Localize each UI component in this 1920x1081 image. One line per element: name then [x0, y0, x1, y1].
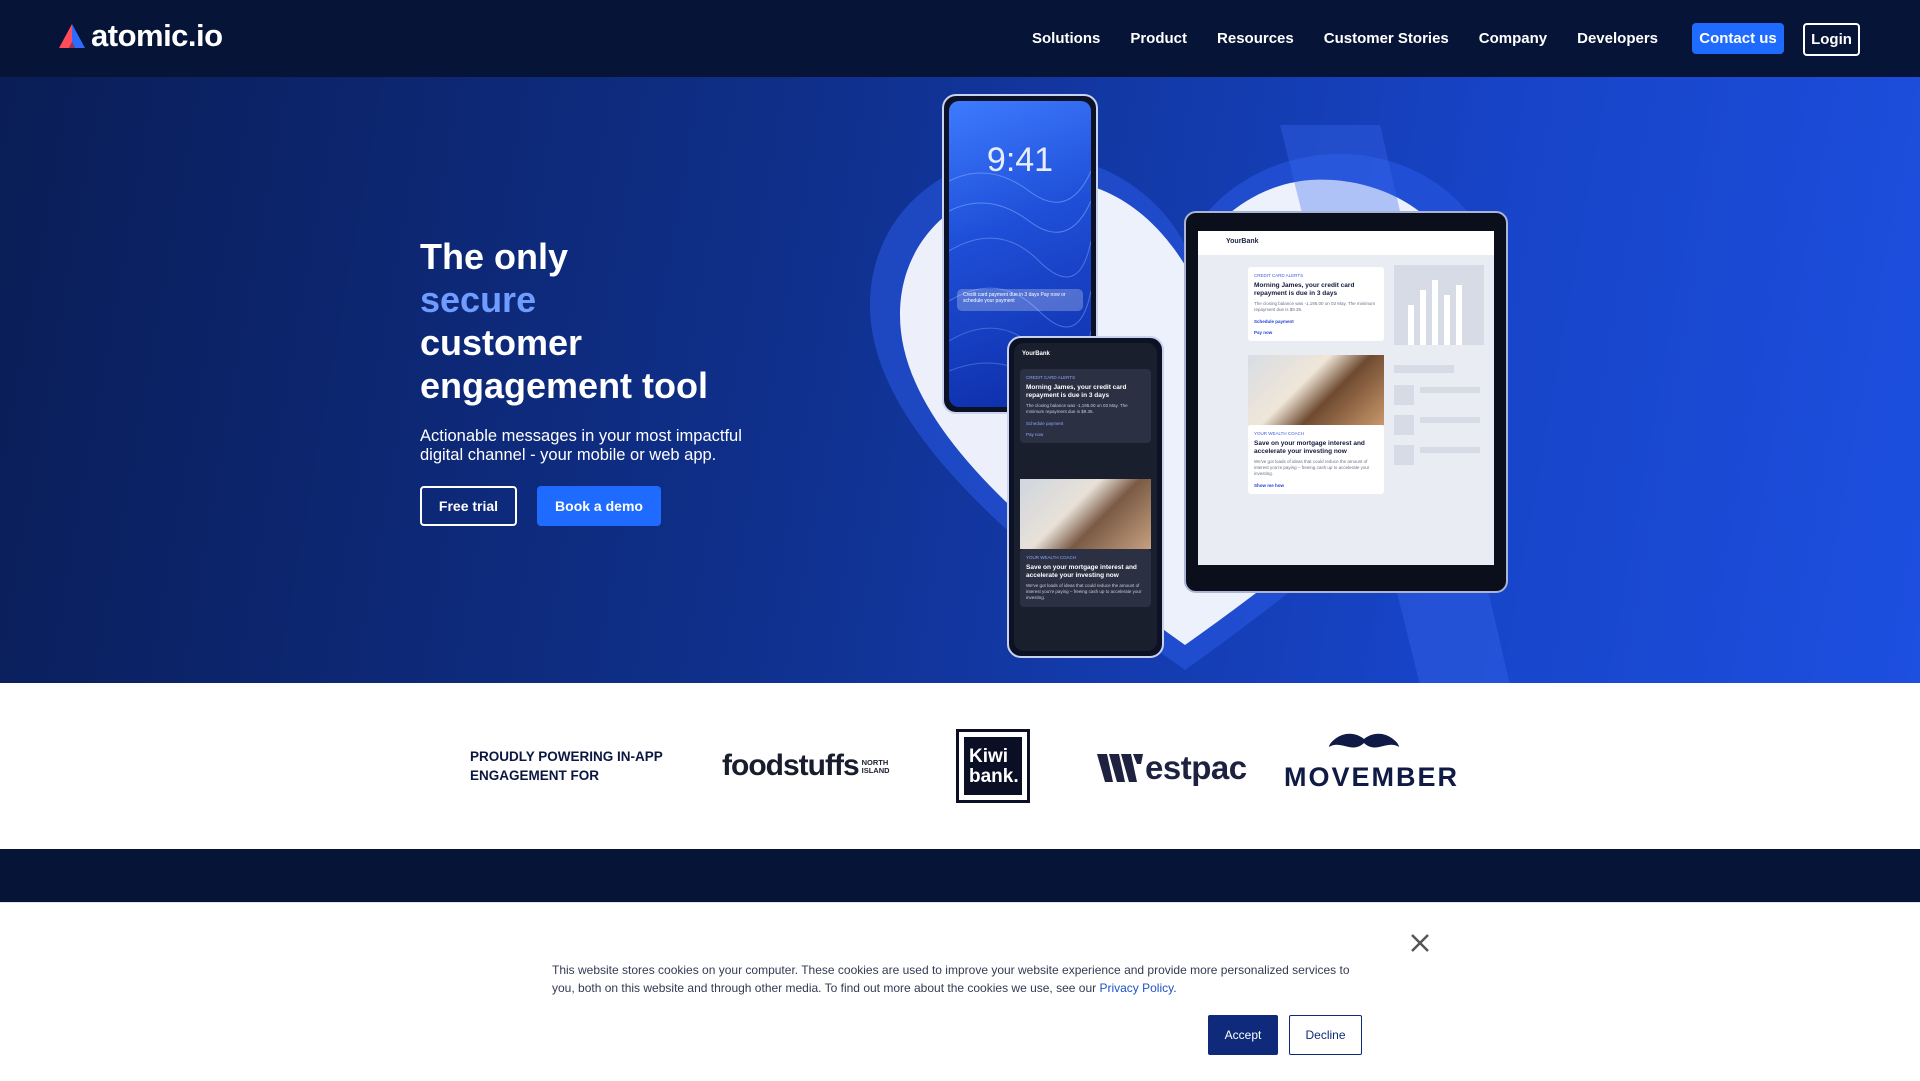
westpac-logo: estpac — [1097, 749, 1247, 787]
family-photo — [1248, 355, 1384, 425]
nav-customer-stories[interactable]: Customer Stories — [1324, 30, 1449, 47]
logos-label: PROUDLY POWERING IN-APP ENGAGEMENT FOR — [470, 749, 663, 783]
cookie-banner: This website stores cookies on your comp… — [0, 902, 1920, 1081]
kiwibank-logo: Kiwi bank. — [956, 729, 1030, 803]
movember-logo: MOVEMBER — [1284, 733, 1460, 793]
contact-us-button[interactable]: Contact us — [1692, 23, 1784, 54]
card-link-schedule[interactable]: Schedule payment — [1254, 319, 1378, 324]
nav-links: Solutions Product Resources Customer Sto… — [1032, 0, 1658, 77]
foodstuffs-region-line2: ISLAND — [861, 766, 890, 775]
card-body: We've got loads of ideas that could redu… — [1026, 583, 1142, 600]
card-title: Save on your mortgage interest and accel… — [1254, 440, 1365, 455]
hero-subtitle: Actionable messages in your most impactf… — [420, 427, 742, 464]
brand-logo[interactable]: atomic.io — [59, 18, 223, 54]
hero-title-line1: The only — [420, 236, 569, 277]
kiwibank-line2: bank. — [969, 766, 1019, 787]
card-tag: YOUR WEALTH COACH — [1026, 555, 1077, 560]
nav-solutions[interactable]: Solutions — [1032, 30, 1100, 47]
cookie-message: This website stores cookies on your comp… — [552, 961, 1372, 997]
kiwibank-mark: Kiwi bank. — [964, 737, 1022, 795]
card-title: Morning James, your credit card repaymen… — [1254, 282, 1355, 297]
card-tag: CREDIT CARD ALERTS — [1254, 273, 1304, 278]
westpac-wordmark: estpac — [1145, 749, 1247, 786]
decline-cookies-button[interactable]: Decline — [1289, 1015, 1362, 1055]
foodstuffs-logo: foodstuffs NORTH ISLAND — [722, 749, 890, 783]
card-body: The closing balance was -1,195.00 on 03 … — [1254, 301, 1376, 312]
nav-product[interactable]: Product — [1130, 30, 1187, 47]
phone-time: 9:41 — [986, 141, 1054, 179]
atomic-logo-icon — [59, 24, 85, 48]
tablet-mockup: YourBank CREDIT CARD ALERTS Morning Jame… — [1184, 211, 1508, 593]
card-link-paynow[interactable]: Pay now — [1026, 432, 1145, 437]
top-nav: atomic.io Solutions Product Resources Cu… — [0, 0, 1920, 77]
hero-section: The only secure customer engagement tool… — [0, 77, 1920, 683]
westpac-w-icon — [1097, 754, 1143, 782]
login-button[interactable]: Login — [1803, 23, 1860, 56]
cookie-message-period: . — [1173, 981, 1177, 995]
phone-app-name: YourBank — [1022, 351, 1050, 357]
tablet-card-wealth: YOUR WEALTH COACH Save on your mortgage … — [1248, 425, 1384, 494]
tablet-screen: YourBank CREDIT CARD ALERTS Morning Jame… — [1198, 231, 1494, 565]
family-photo — [1020, 479, 1151, 549]
card-title: Save on your mortgage interest and accel… — [1026, 564, 1137, 579]
privacy-policy-link[interactable]: Privacy Policy — [1099, 981, 1173, 995]
foodstuffs-region: NORTH ISLAND — [862, 759, 890, 775]
nav-developers[interactable]: Developers — [1577, 30, 1658, 47]
brand-name: atomic.io — [91, 18, 223, 53]
card-link-show-me[interactable]: Show me how — [1254, 483, 1378, 488]
hero-title-line3: customer — [420, 322, 583, 363]
nav-resources[interactable]: Resources — [1217, 30, 1294, 47]
card-link-schedule[interactable]: Schedule payment — [1026, 421, 1145, 426]
hero-title-line4: engagement tool — [420, 365, 709, 406]
card-link-paynow[interactable]: Pay now — [1254, 330, 1378, 335]
kiwibank-line1: Kiwi — [969, 746, 1009, 767]
card-title: Morning James, your credit card repaymen… — [1026, 384, 1127, 399]
card-tag: YOUR WEALTH COACH — [1254, 431, 1305, 436]
next-section-band — [0, 849, 1920, 909]
card-tag: CREDIT CARD ALERTS — [1026, 375, 1076, 380]
phone-card-wealth: YOUR WEALTH COACH Save on your mortgage … — [1020, 549, 1151, 607]
close-icon[interactable] — [1408, 931, 1432, 955]
nav-company[interactable]: Company — [1479, 30, 1547, 47]
tablet-app-name: YourBank — [1198, 231, 1494, 255]
phone-app-mockup: YourBank CREDIT CARD ALERTS Morning Jame… — [1007, 336, 1164, 658]
free-trial-button[interactable]: Free trial — [420, 486, 517, 526]
foodstuffs-wordmark: foodstuffs — [722, 749, 860, 782]
cookie-message-text: This website stores cookies on your comp… — [552, 963, 1350, 995]
phone-card-credit: CREDIT CARD ALERTS Morning James, your c… — [1020, 369, 1151, 443]
hero-title: The only secure customer engagement tool — [420, 235, 840, 407]
phone-notification: Credit card payment due in 3 days Pay no… — [957, 289, 1083, 311]
book-demo-button[interactable]: Book a demo — [537, 486, 661, 526]
accept-cookies-button[interactable]: Accept — [1208, 1015, 1278, 1055]
moustache-icon — [1329, 733, 1399, 748]
phone-app-screen: YourBank CREDIT CARD ALERTS Morning Jame… — [1014, 343, 1157, 651]
tablet-sidebar-placeholder — [1394, 265, 1484, 465]
customer-logos-section: PROUDLY POWERING IN-APP ENGAGEMENT FOR f… — [0, 683, 1920, 849]
movember-wordmark: MOVEMBER — [1284, 762, 1460, 792]
card-body: We've got loads of ideas that could redu… — [1254, 459, 1370, 476]
card-body: The closing balance was -1,195.00 on 03 … — [1026, 403, 1128, 414]
hero-title-accent: secure — [420, 279, 537, 320]
tablet-card-credit: CREDIT CARD ALERTS Morning James, your c… — [1248, 267, 1384, 341]
